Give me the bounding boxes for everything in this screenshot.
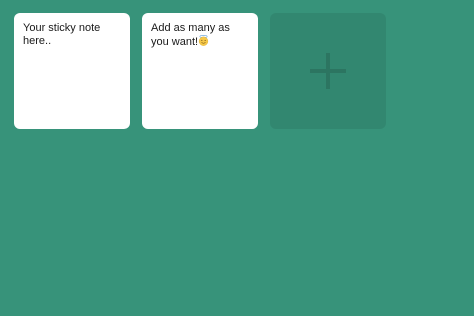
note-text: Add as many as you want!: [151, 22, 230, 48]
sticky-note[interactable]: Add as many as you want!: [142, 13, 258, 129]
smiling-face-with-halo-icon: [199, 35, 209, 46]
notes-board: Your sticky note here.. Add as many as y…: [14, 13, 386, 129]
sticky-note[interactable]: Your sticky note here..: [14, 13, 130, 129]
plus-icon: [310, 53, 346, 89]
note-text: Your sticky note here..: [23, 22, 101, 47]
add-note-button[interactable]: [270, 13, 386, 129]
